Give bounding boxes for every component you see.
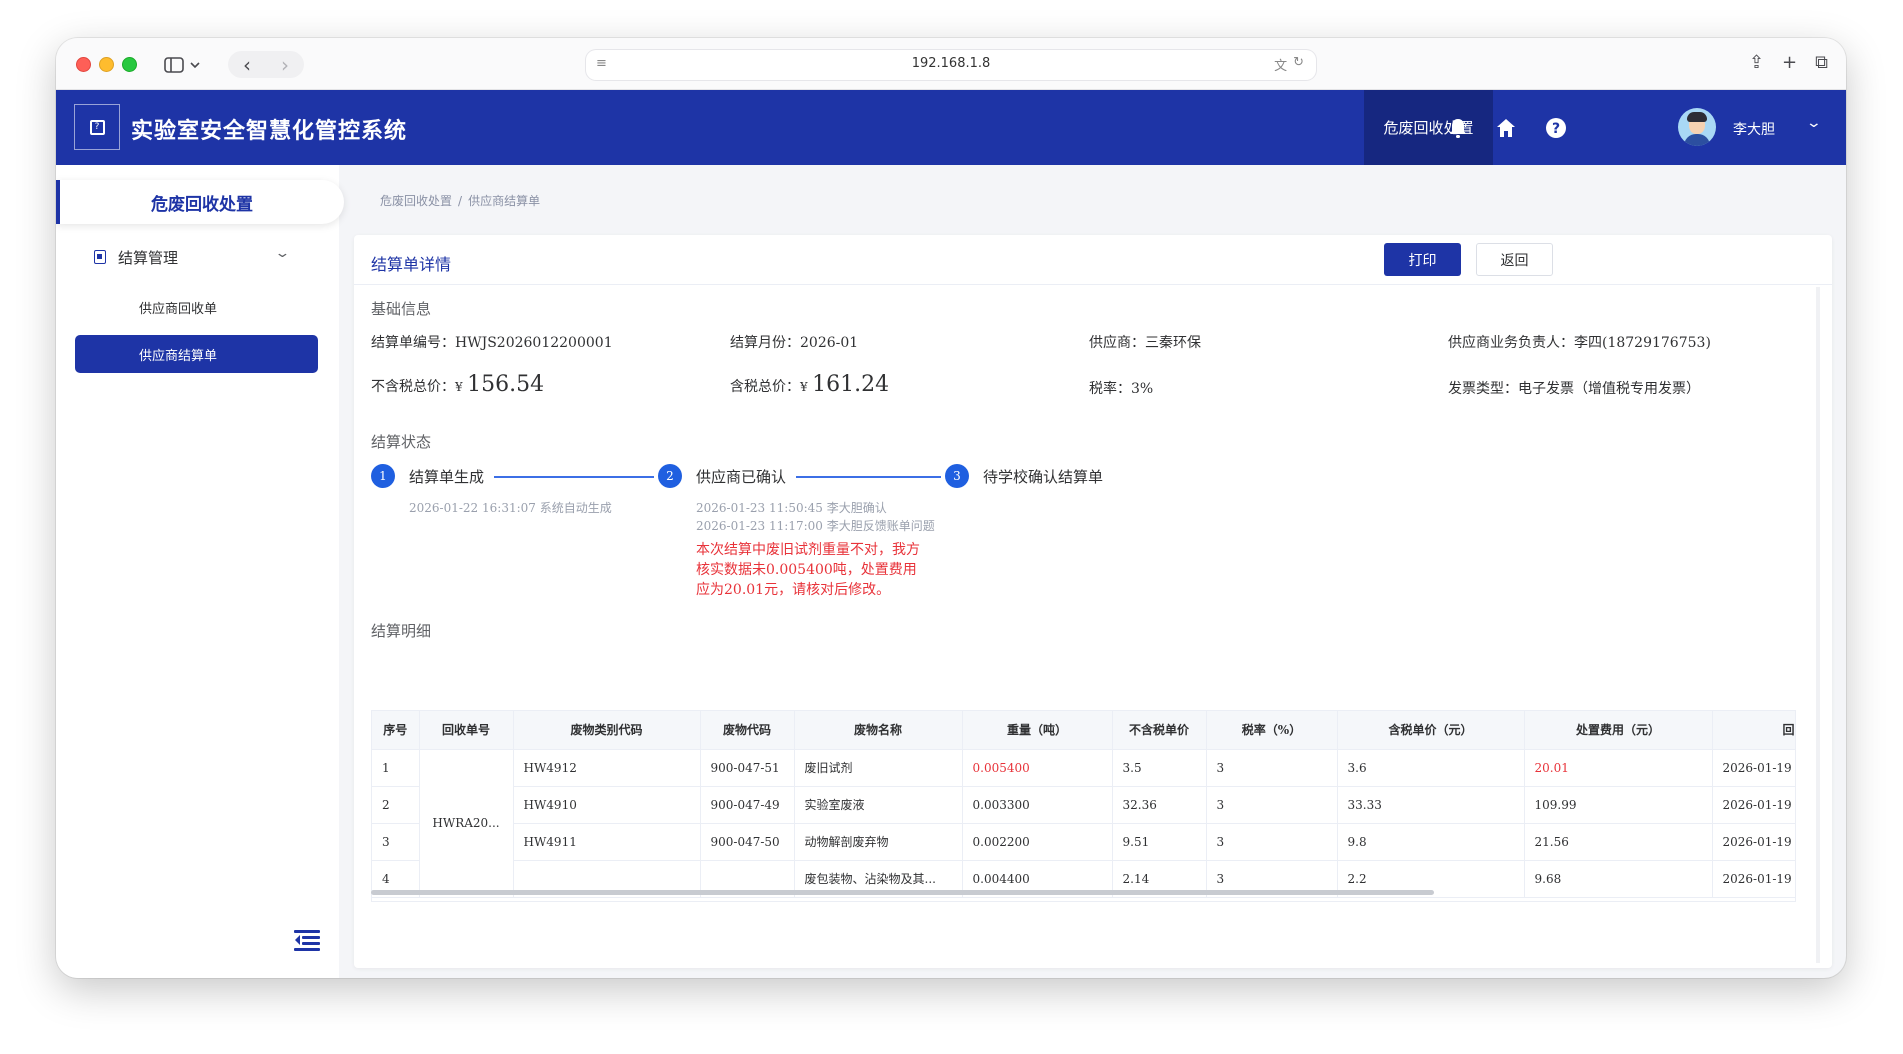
home-icon[interactable]: [1494, 116, 1518, 140]
breadcrumb-root[interactable]: 危废回收处置: [380, 194, 452, 208]
back-button[interactable]: 返回: [1476, 243, 1553, 276]
chevron-down-icon: ⌄: [274, 246, 291, 261]
sidebar-group-settlement[interactable]: 结算管理 ⌄: [94, 242, 324, 272]
minimize-window-button[interactable]: [99, 57, 114, 72]
recovery-no-cell: HWRA20...: [419, 749, 514, 898]
col-header: 税率（%）: [1206, 711, 1338, 750]
sidebar-group-label: 结算管理: [118, 248, 179, 267]
col-header: 废物类别代码: [513, 711, 701, 750]
table-header-row: 序号 回收单号 废物类别代码 废物代码 废物名称 重量（吨） 不含税单价 税率（…: [372, 711, 1795, 750]
basic-info-title: 基础信息: [371, 300, 432, 318]
tax-inclusive-total: 含税总价：¥ 161.24: [730, 372, 890, 397]
share-icon[interactable]: ⇪: [1749, 52, 1764, 73]
col-header: 废物代码: [700, 711, 795, 750]
app-title: 实验室安全智慧化管控系统: [131, 119, 408, 144]
help-icon[interactable]: ?: [1544, 116, 1568, 140]
step-1-meta: 2026-01-22 16:31:07 系统自动生成: [409, 501, 612, 515]
vertical-scrollbar[interactable]: [1816, 287, 1820, 963]
chevron-down-icon[interactable]: ⌄: [1806, 115, 1822, 131]
menu-collapse-icon[interactable]: [294, 930, 320, 952]
settlement-detail-card: 结算单详情 打印 返回 基础信息 结算单编号：HWJS2026012200001…: [354, 235, 1832, 968]
col-header: 序号: [372, 711, 420, 750]
app-logo: ?: [74, 104, 120, 150]
step-2-label: 供应商已确认: [696, 468, 787, 486]
detail-list-title: 结算明细: [371, 622, 432, 640]
step-2-meta-feedback: 2026-01-23 11:17:00 李大胆反馈账单问题: [696, 519, 935, 533]
settlement-month: 结算月份：2026-01: [730, 335, 859, 351]
history-nav: ‹ ›: [228, 51, 304, 78]
table-row[interactable]: 1 HWRA20... HW4912 900-047-51 废旧试剂 0.005…: [372, 749, 1795, 898]
table-row[interactable]: 2 HW4910 900-047-49 实验室废液 0.003300 32.36…: [372, 786, 1795, 824]
sidebar: 危废回收处置 结算管理 ⌄ 供应商回收单 供应商结算单: [56, 165, 344, 978]
horizontal-scrollbar[interactable]: [371, 890, 1434, 895]
invoice-type: 发票类型：电子发票（增值税专用发票）: [1448, 381, 1700, 397]
settlement-icon: [94, 250, 106, 264]
avatar[interactable]: [1678, 108, 1716, 146]
step-3-label: 待学校确认结算单: [983, 468, 1104, 486]
supplier-name: 供应商：三秦环保: [1089, 335, 1201, 351]
sidebar-item-supplier-settlement[interactable]: 供应商结算单: [75, 335, 318, 373]
browser-toolbar: ‹ › ≡ 192.168.1.8 文 ↻ ⇪ + ⧉: [56, 38, 1846, 90]
breadcrumb: 危废回收处置 / 供应商结算单: [380, 194, 541, 208]
step-2-warning: 本次结算中废旧试剂重量不对，我方核实数据未0.005400吨，处置费用应为20.…: [696, 542, 920, 598]
step-1-label: 结算单生成: [409, 468, 485, 486]
order-no: 结算单编号：HWJS2026012200001: [371, 335, 613, 351]
new-tab-icon[interactable]: +: [1782, 52, 1797, 73]
svg-text:?: ?: [1552, 121, 1560, 137]
col-header: 含税单价（元）: [1337, 711, 1525, 750]
step-1-circle: 1: [371, 464, 395, 488]
close-window-button[interactable]: [76, 57, 91, 72]
card-header: 结算单详情 打印 返回: [354, 235, 1832, 285]
tax-rate: 税率：3%: [1089, 381, 1154, 397]
zoom-window-button[interactable]: [122, 57, 137, 72]
url-text: 192.168.1.8: [911, 56, 991, 71]
pretax-total: 不含税总价：¥ 156.54: [371, 372, 545, 397]
step-connector: [796, 476, 941, 478]
col-header: 重量（吨）: [962, 711, 1113, 750]
step-connector: [494, 476, 654, 478]
tabs-icon[interactable]: ⧉: [1815, 52, 1828, 73]
col-header: 废物名称: [794, 711, 963, 750]
back-icon[interactable]: ‹: [228, 53, 266, 77]
settlement-table: 序号 回收单号 废物类别代码 废物代码 废物名称 重量（吨） 不含税单价 税率（…: [371, 710, 1796, 902]
sidebar-item-supplier-recovery[interactable]: 供应商回收单: [75, 288, 318, 326]
browser-window: ‹ › ≡ 192.168.1.8 文 ↻ ⇪ + ⧉ ? 实验室安全智慧化管控…: [56, 38, 1846, 978]
address-bar[interactable]: ≡ 192.168.1.8 文 ↻: [586, 50, 1316, 80]
step-3-circle: 3: [945, 464, 969, 488]
breadcrumb-current: 供应商结算单: [468, 194, 541, 208]
col-header: 不含税单价: [1112, 711, 1207, 750]
bell-icon[interactable]: [1446, 116, 1470, 140]
step-2-meta-confirm: 2026-01-23 11:50:45 李大胆确认: [696, 501, 887, 515]
translate-icon[interactable]: 文: [1274, 55, 1287, 74]
reload-icon[interactable]: ↻: [1293, 55, 1304, 74]
page-title: 结算单详情: [371, 255, 452, 274]
print-button[interactable]: 打印: [1384, 243, 1461, 276]
supplier-contact: 供应商业务负责人：李四(18729176753): [1448, 335, 1711, 351]
module-tab-hazardous-waste[interactable]: 危废回收处置: [1364, 90, 1493, 165]
status-title: 结算状态: [371, 433, 432, 451]
logo-icon: ?: [89, 119, 105, 135]
col-header: 回: [1712, 711, 1795, 750]
col-header: 回收单号: [419, 711, 514, 750]
col-header: 处置费用（元）: [1524, 711, 1713, 750]
forward-icon[interactable]: ›: [266, 53, 304, 77]
user-name[interactable]: 李大胆: [1733, 119, 1775, 139]
table-row[interactable]: 3 HW4911 900-047-50 动物解剖废弃物 0.002200 9.5…: [372, 823, 1795, 861]
sidebar-toggle-icon[interactable]: [158, 51, 210, 78]
sidebar-module-title[interactable]: 危废回收处置: [56, 180, 344, 224]
app-header: ? 实验室安全智慧化管控系统 危废回收处置 ? 李大胆 ⌄: [56, 90, 1846, 165]
step-2-circle: 2: [658, 464, 682, 488]
